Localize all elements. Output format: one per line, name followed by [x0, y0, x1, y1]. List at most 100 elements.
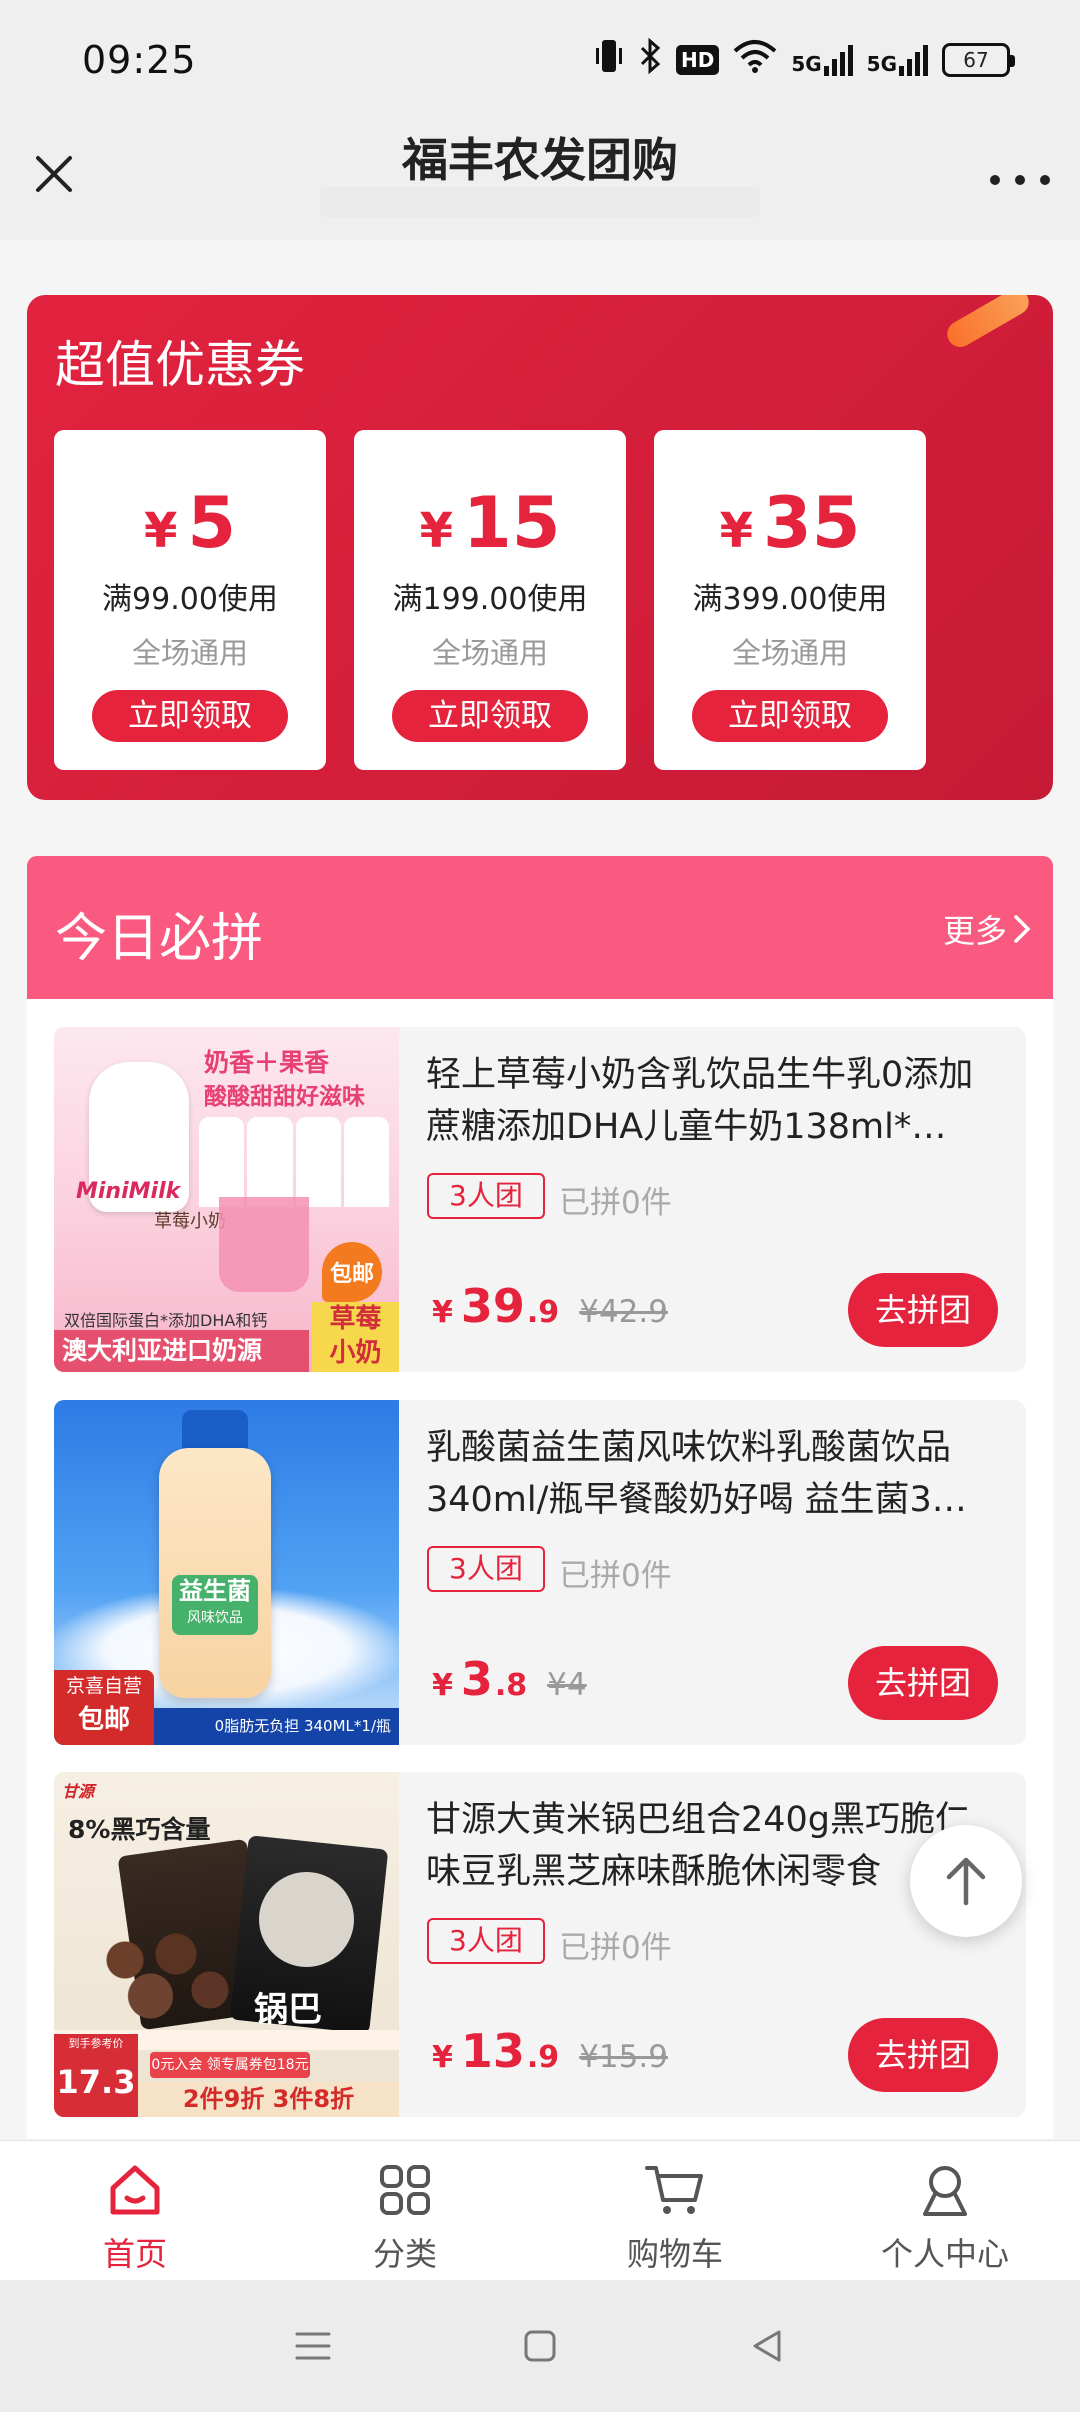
coupon-card: ¥ 5 满99.00使用 全场通用 立即领取 — [54, 430, 326, 770]
price-decimal: .8 — [494, 1668, 528, 1703]
more-link[interactable]: 更多 — [943, 906, 1031, 952]
sold-count: 已拼0件 — [559, 1558, 672, 1594]
coupon-scope: 全场通用 — [431, 636, 548, 670]
price-decimal: .9 — [526, 1295, 560, 1330]
coupon-card: ¥ 15 满199.00使用 全场通用 立即领取 — [354, 430, 626, 770]
coupon-amount: ¥ 15 — [354, 482, 626, 564]
coupon-value: 35 — [762, 482, 861, 564]
nav-home[interactable]: 首页 — [0, 2141, 270, 2280]
group-buy-header: 今日必拼 更多 — [27, 856, 1053, 999]
currency-symbol: ¥ — [419, 503, 453, 559]
thumb-text: 益生菌 — [179, 1577, 251, 1605]
system-navigation-bar — [0, 2280, 1080, 2412]
back-triangle-icon — [753, 2330, 781, 2362]
status-time: 09:25 — [82, 38, 197, 82]
dot-icon — [1015, 175, 1025, 185]
nav-cart[interactable]: 购物车 — [540, 2141, 810, 2280]
title-bar: 福丰农发团购 — [0, 125, 1080, 240]
product-card[interactable]: 奶香＋果香 酸酸甜甜好滋味 MiniMilk 草莓小奶 包邮 双倍国际蛋白*添加… — [54, 1027, 1026, 1372]
nav-label: 个人中心 — [880, 2235, 1009, 2273]
snack-bites-image — [259, 1872, 354, 1967]
thumb-text: 0元入会 领专属券包18元 — [150, 2052, 310, 2078]
product-name[interactable]: 轻上草莓小奶含乳饮品生牛乳0添加蔗糖添加DHA儿童牛奶138ml*… — [426, 1049, 986, 1153]
thumb-text: 澳大利亚进口奶源 — [54, 1330, 309, 1372]
sold-count: 已拼0件 — [559, 1185, 672, 1221]
coupon-section-title: 超值优惠券 — [55, 336, 305, 394]
coupon-condition: 满199.00使用 — [392, 582, 588, 617]
chocolate-snacks-image — [74, 1912, 244, 2032]
coupon-value: 15 — [462, 482, 561, 564]
recent-apps-button[interactable] — [283, 2316, 343, 2376]
currency-symbol: ¥ — [143, 503, 178, 559]
signal-5g-1-icon: 5G — [791, 44, 853, 76]
coupon-condition: 满99.00使用 — [102, 582, 278, 617]
nav-profile[interactable]: 个人中心 — [810, 2141, 1080, 2280]
product-image[interactable]: 益生菌 风味饮品 0脂肪无负担 340ML*1/瓶 京喜自营 包邮 — [54, 1400, 399, 1745]
hd-badge: HD — [675, 45, 720, 75]
back-to-top-button[interactable] — [910, 1825, 1022, 1937]
product-name[interactable]: 甘源大黄米锅巴组合240g黑巧脆仁味豆乳黑芝麻味酥脆休闲零食 — [426, 1794, 986, 1898]
brand-logo: 甘源 — [62, 1782, 95, 1801]
coupon-amount: ¥ 35 — [654, 482, 926, 564]
free-shipping-badge: 包邮 — [77, 1705, 130, 1735]
product-name[interactable]: 乳酸菌益生菌风味饮料乳酸菌饮品340ml/瓶早餐酸奶好喝 益生菌3… — [426, 1422, 986, 1526]
product-price: ¥ 3 .8 ¥4 — [432, 1652, 587, 1706]
wifi-icon — [733, 39, 777, 81]
join-group-button[interactable]: 去拼团 — [848, 1273, 998, 1347]
strawberry-milk-cup-image — [219, 1197, 309, 1292]
home-system-button[interactable] — [510, 2316, 570, 2376]
nav-label: 购物车 — [626, 2235, 723, 2273]
vibrate-icon — [594, 38, 624, 82]
claim-coupon-button[interactable]: 立即领取 — [92, 690, 288, 742]
coupon-condition: 满399.00使用 — [692, 582, 888, 617]
thumb-text: 京喜自营 — [65, 1675, 142, 1697]
thumb-text: 奶香＋果香 — [204, 1048, 330, 1077]
thumb-text: 酸酸甜甜好滋味 — [204, 1084, 365, 1110]
coupon-value: 5 — [187, 482, 237, 564]
square-icon — [524, 2330, 556, 2362]
nav-category[interactable]: 分类 — [270, 2141, 540, 2280]
signal-label: 5G — [791, 52, 822, 76]
product-image[interactable]: 甘源 8%黑巧含量 锅巴 到手参考价 17.3 0元入会 领专属券包18元 2件… — [54, 1772, 399, 2117]
bottom-navigation: 首页 分类 购物车 个人中心 — [0, 2140, 1080, 2280]
product-card[interactable]: 甘源 8%黑巧含量 锅巴 到手参考价 17.3 0元入会 领专属券包18元 2件… — [54, 1772, 1026, 2117]
price-decimal: .9 — [526, 2040, 560, 2075]
bottle-cap — [182, 1410, 248, 1450]
more-menu-button[interactable] — [990, 160, 1050, 200]
coupon-card: ¥ 35 满399.00使用 全场通用 立即领取 — [654, 430, 926, 770]
status-bar: 09:25 HD 5G 5G 67 — [0, 0, 1080, 125]
claim-coupon-button[interactable]: 立即领取 — [692, 690, 888, 742]
group-size-tag: 3人团 — [427, 1546, 545, 1592]
thumb-text: 风味饮品 — [187, 1610, 243, 1626]
join-group-button[interactable]: 去拼团 — [848, 2018, 998, 2092]
product-image[interactable]: 奶香＋果香 酸酸甜甜好滋味 MiniMilk 草莓小奶 包邮 双倍国际蛋白*添加… — [54, 1027, 399, 1372]
chevron-right-icon — [1014, 915, 1031, 943]
cart-icon — [643, 2159, 707, 2221]
battery-icon: 67 — [942, 43, 1015, 77]
nav-label: 首页 — [102, 2235, 167, 2273]
menu-lines-icon — [295, 2332, 331, 2360]
currency-symbol: ¥ — [432, 1295, 453, 1330]
back-system-button[interactable] — [737, 2316, 797, 2376]
thumb-text: 草莓 — [329, 1304, 382, 1334]
original-price: ¥42.9 — [579, 1294, 668, 1330]
product-card[interactable]: 益生菌 风味饮品 0脂肪无负担 340ML*1/瓶 京喜自营 包邮 乳酸菌益生菌… — [54, 1400, 1026, 1745]
signal-5g-2-icon: 5G — [867, 44, 928, 76]
claim-coupon-button[interactable]: 立即领取 — [392, 690, 588, 742]
group-buy-title: 今日必拼 — [55, 909, 264, 969]
bluetooth-icon — [638, 37, 662, 82]
original-price: ¥15.9 — [579, 2039, 668, 2075]
group-size-tag: 3人团 — [427, 1918, 545, 1964]
thumb-text: 锅巴 — [254, 1990, 322, 2030]
category-icon — [375, 2159, 435, 2221]
thumb-text: 8%黑巧含量 — [68, 1815, 211, 1844]
original-price: ¥4 — [547, 1667, 587, 1703]
dot-icon — [990, 175, 1000, 185]
currency-symbol: ¥ — [432, 2040, 453, 2075]
join-group-button[interactable]: 去拼团 — [848, 1646, 998, 1720]
thumb-text: 到手参考价 — [68, 2037, 124, 2050]
coupon-scope: 全场通用 — [131, 636, 248, 670]
sold-count: 已拼0件 — [559, 1930, 672, 1966]
price-integer: 39 — [460, 1279, 525, 1333]
free-shipping-badge: 包邮 — [322, 1242, 382, 1302]
